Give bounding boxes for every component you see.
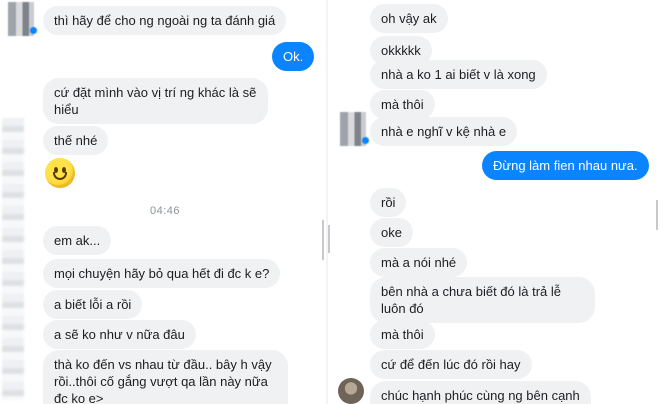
message-bubble: mà thôi — [370, 90, 435, 119]
message-bubble: nhà a ko 1 ai biết v là xong — [370, 60, 547, 89]
online-dot — [362, 137, 369, 144]
contact-avatar[interactable] — [340, 112, 369, 146]
message-bubble: cứ để đến lúc đó rồi hay — [370, 350, 532, 379]
message-bubble: oh vậy ak — [370, 4, 448, 33]
message-bubble: mọi chuyện hãy bỏ qua hết đi đc k e? — [43, 259, 281, 288]
message-bubble: chúc hạnh phúc cùng ng bên cạnh — [370, 381, 591, 404]
message-bubble-outgoing: Đừng làm fien nhau nưa. — [482, 151, 649, 180]
message-bubble: mà a nói nhé — [370, 248, 468, 277]
message-bubble: bên nhà a chưa biết đó là trả lễ luôn đó — [370, 277, 595, 323]
message-bubble: thà ko đến vs nhau từ đầu.. bây h vậy rồ… — [43, 350, 288, 404]
scrollbar[interactable] — [322, 220, 324, 260]
message-bubble: a biết lỗi a rồi — [43, 290, 143, 319]
smiley-emoji-icon — [45, 158, 75, 188]
message-bubble: mà thôi — [370, 320, 435, 349]
left-chat-panel: thì hãy để cho ng ngoài ng ta đánh giá O… — [0, 0, 326, 404]
online-dot — [30, 27, 37, 34]
scrollbar[interactable] — [656, 200, 658, 230]
contact-avatar[interactable] — [8, 2, 37, 36]
message-bubble: cứ đặt mình vào vị trí ng khác là sẽ hiể… — [43, 78, 268, 124]
message-bubble-outgoing: Ok. — [272, 42, 315, 71]
scrollbar[interactable] — [328, 225, 330, 253]
message-bubble: thì hãy để cho ng ngoài ng ta đánh giá — [43, 6, 287, 35]
message-bubble: nhà e nghĩ v kệ nhà e — [370, 117, 518, 146]
message-bubble: thế nhé — [43, 126, 109, 155]
blurred-avatar-strip — [2, 118, 24, 400]
right-chat-panel: oh vậy ak okkkkk nhà a ko 1 ai biết v là… — [328, 0, 660, 404]
message-bubble: a sẽ ko như v nữa đâu — [43, 320, 196, 349]
message-timestamp: 04:46 — [150, 205, 181, 217]
message-bubble: rồi — [370, 188, 407, 217]
message-bubble: em ak... — [43, 226, 112, 255]
message-bubble: oke — [370, 218, 413, 247]
contact-avatar[interactable] — [338, 378, 364, 404]
